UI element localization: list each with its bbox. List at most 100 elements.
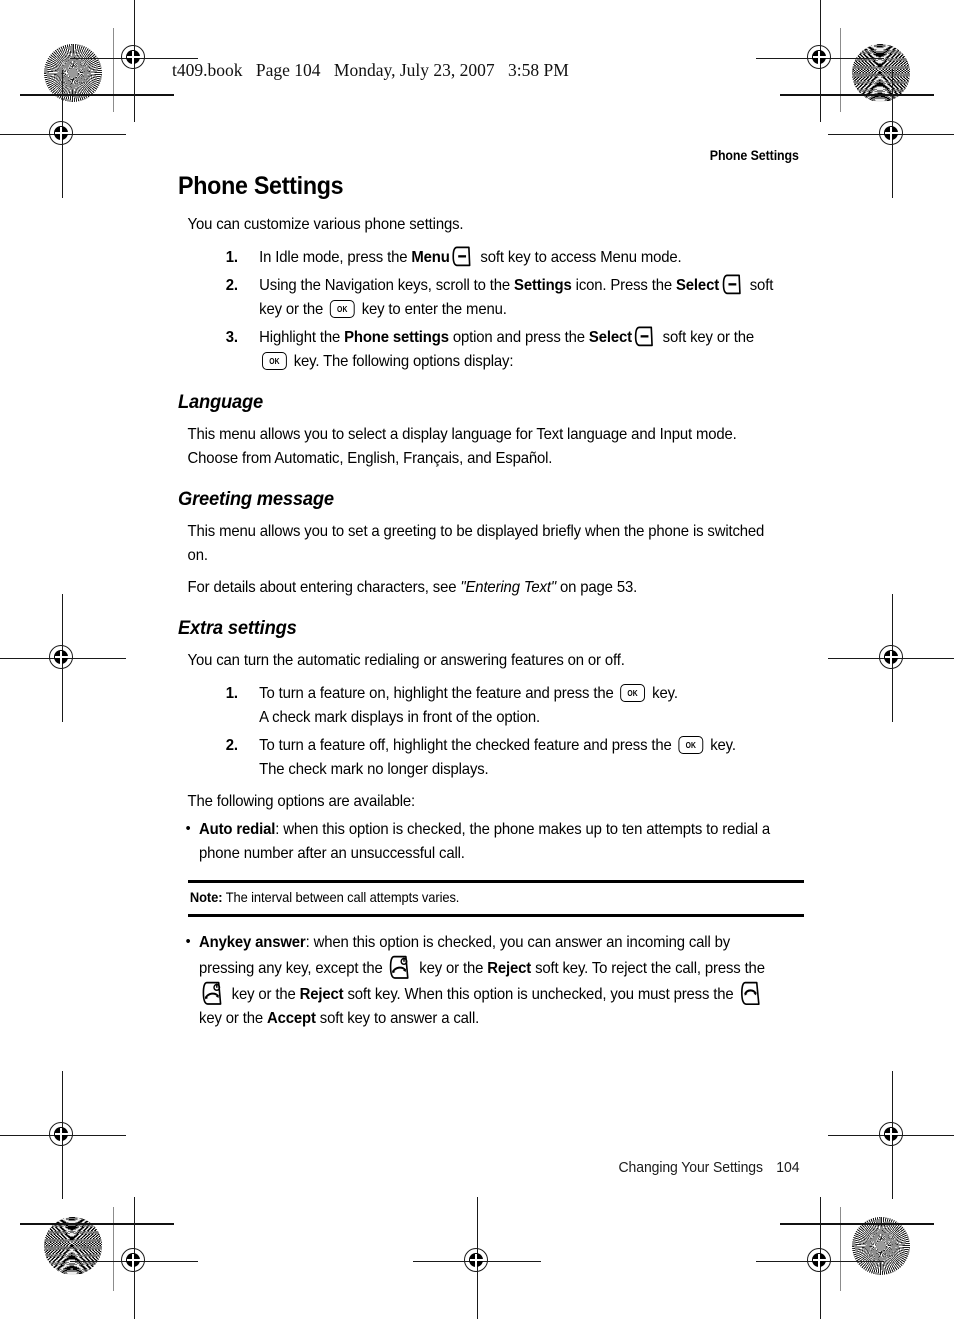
ui-term: Accept bbox=[266, 1010, 316, 1028]
step-number: 1. bbox=[225, 248, 238, 266]
cross-ref-lead: For details about entering characters, s… bbox=[187, 579, 461, 597]
text-run: soft key to access Menu mode. bbox=[476, 248, 682, 266]
numbered-step: 3. Highlight the Phone settings option an… bbox=[178, 326, 776, 374]
registration-mark-bottom-right-inner bbox=[756, 1197, 884, 1319]
bullet-marker: • bbox=[185, 932, 191, 950]
soft-key-icon bbox=[722, 274, 743, 295]
footer-chapter: Changing Your Settings bbox=[618, 1160, 763, 1176]
file-header-filename: t409.book bbox=[172, 60, 243, 80]
section-heading-greeting-message: Greeting message bbox=[178, 487, 334, 510]
registration-mark-top-left-inner bbox=[70, 0, 198, 122]
text-run: : when this option is checked, the phone… bbox=[199, 820, 770, 863]
ui-term: Settings bbox=[514, 276, 572, 294]
send-key-icon bbox=[740, 981, 762, 1006]
running-head: Phone Settings bbox=[709, 148, 799, 163]
note-label: Note: bbox=[189, 889, 223, 905]
step-number: 1. bbox=[225, 684, 238, 702]
ok-key-icon: OK bbox=[678, 735, 704, 754]
step-number: 2. bbox=[225, 736, 238, 754]
option-bullet-item: • Auto redial: when this option is checke… bbox=[178, 818, 776, 866]
ui-term: Auto redial bbox=[199, 820, 276, 838]
options-bullets-after-note: • Anykey answer: when this option is chec… bbox=[178, 931, 804, 1032]
numbered-step: 2. To turn a feature off, highlight the c… bbox=[178, 734, 776, 782]
text-run: soft key or the bbox=[658, 329, 755, 347]
ok-key-label: OK bbox=[627, 687, 639, 698]
main-steps-list: 1. In Idle mode, press the Menu soft key … bbox=[178, 246, 804, 375]
ok-key-label: OK bbox=[337, 303, 348, 314]
greeting-body: This menu allows you to set a greeting t… bbox=[187, 522, 765, 564]
note-rule-bottom bbox=[188, 914, 804, 917]
ui-term: Phone settings bbox=[344, 329, 449, 347]
text-run: key. bbox=[706, 736, 736, 754]
text-run: In Idle mode, press the bbox=[259, 248, 412, 266]
registration-mark-bottom-left-inner bbox=[70, 1197, 198, 1319]
text-run: Highlight the bbox=[259, 329, 345, 347]
text-run: The check mark no longer displays. bbox=[259, 761, 489, 779]
trim-rule-top-right bbox=[780, 94, 934, 96]
registration-mark-middle-left bbox=[0, 594, 126, 722]
moire-mark-bottom-left bbox=[44, 1217, 102, 1275]
numbered-step: 1. In Idle mode, press the Menu soft key … bbox=[178, 246, 776, 270]
text-run: icon. Press the bbox=[571, 276, 677, 294]
registration-mark-bottom-center bbox=[413, 1197, 541, 1319]
bullet-marker: • bbox=[185, 819, 191, 837]
registration-mark-top-right-outer bbox=[828, 70, 954, 198]
text-run: key to enter the menu. bbox=[357, 301, 507, 318]
file-header-page-marker: Page 104 bbox=[255, 60, 321, 80]
ok-key-icon: OK bbox=[620, 683, 646, 702]
end-key-icon bbox=[202, 981, 225, 1006]
trim-rule-bottom-left bbox=[20, 1223, 174, 1225]
numbered-step: 2. Using the Navigation keys, scroll to t… bbox=[178, 274, 776, 322]
section-heading-extra-settings: Extra settings bbox=[178, 616, 297, 639]
option-bullet-item: • Anykey answer: when this option is chec… bbox=[178, 931, 776, 1032]
page-title: Phone Settings bbox=[178, 172, 344, 200]
text-run: soft key to answer a call. bbox=[315, 1010, 480, 1028]
file-header-date: Monday, July 23, 2007 bbox=[333, 60, 495, 80]
numbered-step: 1. To turn a feature on, highlight the fe… bbox=[178, 682, 776, 730]
soft-key-icon bbox=[452, 246, 474, 267]
text-run: key. bbox=[648, 684, 678, 702]
body-column: Phone Settings You can customize various… bbox=[178, 172, 804, 1037]
manual-page: t409.book Page 104 Monday, July 23, 2007… bbox=[0, 0, 954, 1319]
greeting-cross-reference: For details about entering characters, s… bbox=[178, 576, 776, 600]
footer-page-number: 104 bbox=[775, 1160, 799, 1176]
registration-mark-top-right-inner bbox=[756, 0, 884, 122]
ui-term: Menu bbox=[411, 248, 450, 266]
ui-term: Select bbox=[588, 329, 632, 347]
intro-paragraph: You can customize various phone settings… bbox=[187, 216, 464, 233]
registration-mark-bottom-left-outer bbox=[0, 1071, 126, 1199]
extra-settings-intro: You can turn the automatic redialing or … bbox=[187, 651, 625, 669]
ui-term: Anykey answer bbox=[199, 933, 306, 951]
options-bullets-before-note: • Auto redial: when this option is checke… bbox=[178, 818, 804, 866]
note-block: Note: The interval between call attempts… bbox=[178, 880, 804, 917]
text-run: soft key. When this option is unchecked,… bbox=[343, 986, 738, 1004]
page-footer: Changing Your Settings 104 bbox=[618, 1160, 799, 1176]
ok-key-label: OK bbox=[685, 739, 697, 750]
ok-key-icon: OK bbox=[262, 352, 287, 371]
language-body: This menu allows you to select a display… bbox=[187, 426, 737, 468]
ui-term: Select bbox=[676, 276, 720, 294]
note-body: Note: The interval between call attempts… bbox=[188, 883, 773, 909]
ui-term: Reject bbox=[299, 986, 344, 1004]
cross-ref-tail: on page 53. bbox=[556, 579, 638, 597]
text-run: A check mark displays in front of the op… bbox=[259, 708, 540, 726]
text-run: To turn a feature on, highlight the feat… bbox=[259, 684, 618, 702]
text-run: soft key. To reject the call, press the bbox=[531, 959, 765, 977]
soft-key-icon bbox=[635, 326, 656, 347]
options-lead: The following options are available: bbox=[187, 793, 416, 811]
registration-mark-bottom-right-outer bbox=[828, 1071, 954, 1199]
trim-rule-bottom-right bbox=[780, 1223, 934, 1225]
ok-key-icon: OK bbox=[330, 300, 355, 318]
section-heading-language: Language bbox=[178, 391, 264, 414]
file-header-time: 3:58 PM bbox=[508, 60, 569, 80]
end-key-icon bbox=[390, 955, 413, 980]
ok-key-label: OK bbox=[269, 356, 280, 367]
cross-ref-title: "Entering Text" bbox=[460, 579, 557, 597]
text-run: key or the bbox=[199, 1010, 267, 1028]
step-number: 3. bbox=[225, 329, 238, 347]
step-number: 2. bbox=[225, 276, 238, 294]
text-run: To turn a feature off, highlight the che… bbox=[259, 736, 676, 754]
text-run: key or the bbox=[227, 986, 300, 1004]
registration-mark-middle-right bbox=[828, 594, 954, 722]
file-header-stamp: t409.book Page 104 Monday, July 23, 2007… bbox=[172, 60, 578, 81]
